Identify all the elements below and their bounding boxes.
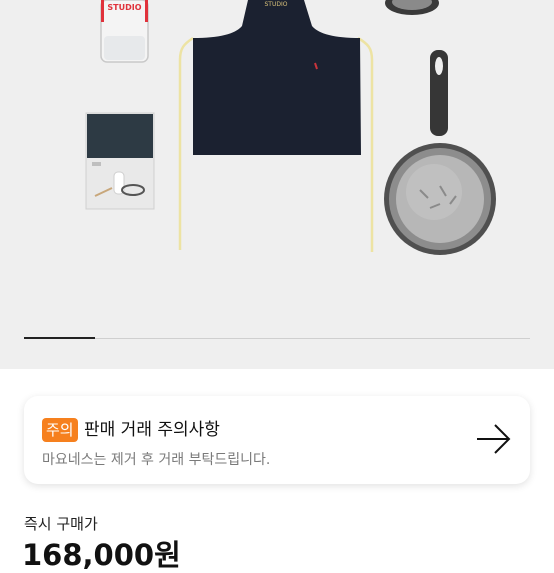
notice-title: 판매 거래 주의사항 [84, 420, 220, 440]
arrow-right-icon[interactable] [474, 422, 514, 456]
apron-print-text: STUDIO [265, 1, 288, 8]
glass-item: STUDIO [100, 0, 149, 63]
product-image-gallery[interactable]: STUDIO STUDIO [0, 0, 554, 369]
instant-buy-price: 168,000원 [22, 538, 181, 572]
book-item [85, 112, 155, 210]
instant-buy-label: 즉시 구매가 [24, 515, 98, 533]
caution-badge: 주의 [42, 418, 78, 442]
apron-item: STUDIO [193, 0, 361, 155]
frying-pan-item [384, 50, 496, 255]
trade-notice-card[interactable]: 주의 판매 거래 주의사항 마요네스는 제거 후 거래 부탁드립니다. [24, 396, 530, 484]
product-photo: STUDIO STUDIO [85, 0, 496, 255]
gallery-progress-fill [24, 337, 95, 339]
gallery-progress [24, 337, 530, 339]
small-pan-item [385, 0, 439, 15]
glass-print-text: STUDIO [107, 3, 141, 12]
notice-description: 마요네스는 제거 후 거래 부탁드립니다. [42, 452, 271, 468]
